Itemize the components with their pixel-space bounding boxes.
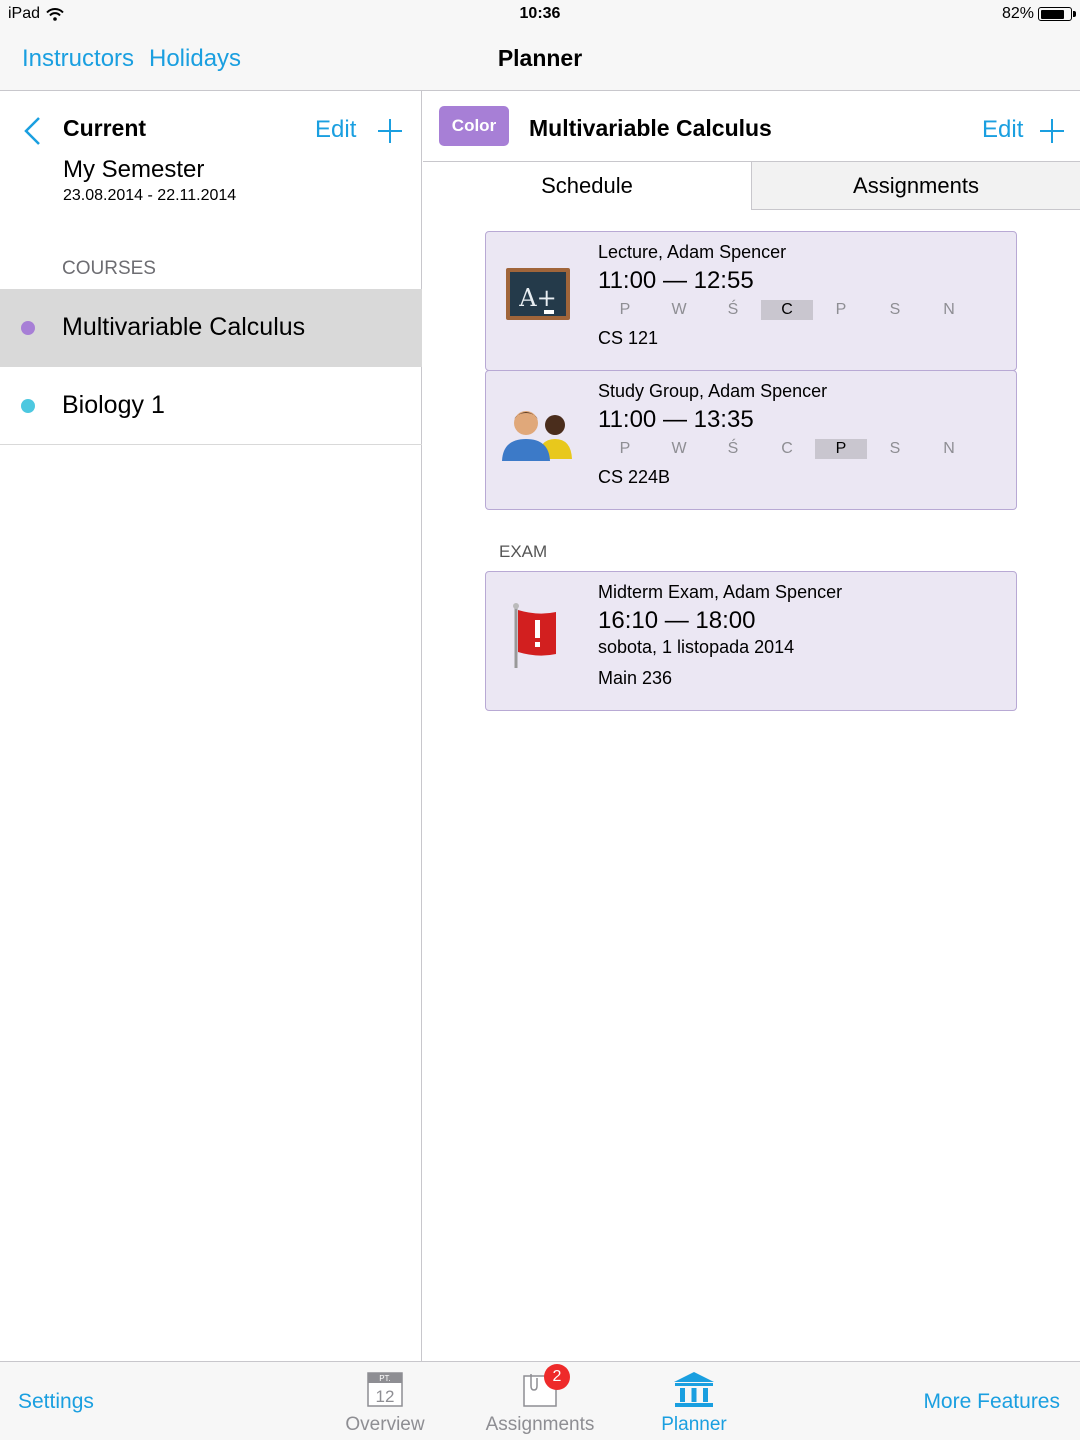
chalkboard-icon: A+	[506, 268, 570, 320]
course-color-dot	[21, 321, 35, 335]
detail-title: Multivariable Calculus	[529, 115, 772, 141]
course-row[interactable]: Multivariable Calculus	[0, 289, 422, 367]
weekday: N	[943, 440, 955, 457]
semester-dates: 23.08.2014 - 22.11.2014	[63, 187, 237, 204]
status-right: 82%	[1001, 5, 1076, 23]
tab-overview[interactable]: PT. 12 Overview	[315, 1370, 455, 1436]
color-button[interactable]: Color	[439, 106, 509, 146]
class-time: 11:00 — 13:35	[598, 406, 754, 433]
master-add-icon[interactable]	[378, 119, 402, 143]
status-time: 10:36	[519, 5, 561, 22]
weekday-active: C	[761, 300, 813, 320]
weekday: Ś	[727, 301, 739, 318]
class-card[interactable]: Study Group, Adam Spencer 11:00 — 13:35 …	[485, 370, 1017, 510]
weekday: W	[671, 301, 687, 318]
master-panel: Current Edit My Semester 23.08.2014 - 22…	[0, 91, 422, 1361]
calendar-icon: PT. 12	[363, 1370, 407, 1410]
master-title: Current	[63, 115, 147, 141]
calendar-weekday: PT.	[379, 1374, 391, 1383]
weekday-active: P	[815, 439, 867, 459]
courses-header: COURSES	[62, 258, 156, 279]
class-room: CS 121	[598, 328, 659, 348]
detail-edit-button[interactable]: Edit	[982, 116, 1023, 144]
class-name: Lecture, Adam Spencer	[598, 242, 787, 262]
status-bar: iPad 10:36 82%	[0, 0, 1080, 30]
exam-room: Main 236	[598, 668, 673, 688]
tab-label: Overview	[345, 1414, 425, 1435]
weekday: W	[671, 440, 687, 457]
weekday: Ś	[727, 440, 739, 457]
weekday: C	[781, 440, 793, 457]
tab-bar: Settings PT. 12 Overview 2 Assignments P…	[0, 1361, 1080, 1440]
class-room: CS 224B	[598, 467, 671, 487]
assignments-badge: 2	[544, 1364, 570, 1390]
class-card[interactable]: A+ Lecture, Adam Spencer 11:00 — 12:55 P…	[485, 231, 1017, 371]
weekday: P	[619, 440, 631, 457]
exam-date: sobota, 1 listopada 2014	[598, 637, 795, 657]
tab-assignments-bar[interactable]: 2 Assignments	[470, 1364, 610, 1436]
people-icon	[502, 411, 572, 461]
class-time: 11:00 — 12:55	[598, 267, 754, 294]
nav-title: Planner	[497, 45, 583, 71]
nav-bar: Instructors Holidays Planner	[0, 30, 1080, 91]
course-name: Biology 1	[62, 391, 165, 419]
weekday: P	[619, 301, 631, 318]
battery-icon	[1038, 7, 1076, 21]
assignments-icon: 2	[518, 1364, 570, 1410]
tab-assignments[interactable]: Assignments	[751, 162, 1080, 210]
weekday: S	[889, 440, 901, 457]
settings-button[interactable]: Settings	[18, 1390, 94, 1414]
calendar-day: 12	[376, 1387, 395, 1406]
tab-planner[interactable]: Planner	[624, 1370, 764, 1436]
exam-card[interactable]: Midterm Exam, Adam Spencer 16:10 — 18:00…	[485, 571, 1017, 711]
back-chevron-icon[interactable]	[22, 116, 44, 146]
detail-add-icon[interactable]	[1040, 119, 1064, 143]
weekday: S	[889, 301, 901, 318]
svg-text:A+: A+	[518, 284, 556, 312]
course-color-dot	[21, 399, 35, 413]
more-features-button[interactable]: More Features	[923, 1390, 1060, 1414]
semester-name[interactable]: My Semester	[63, 156, 204, 184]
master-edit-button[interactable]: Edit	[315, 116, 356, 144]
planner-building-icon	[672, 1370, 716, 1410]
weekday: P	[835, 301, 847, 318]
battery-percent: 82%	[1001, 5, 1034, 22]
weekday-row: P W Ś C P S N	[598, 300, 976, 320]
class-name: Study Group, Adam Spencer	[598, 381, 828, 401]
red-flag-icon	[513, 603, 556, 668]
weekday-row: P W Ś C P S N	[598, 439, 976, 459]
tab-label: Assignments	[485, 1414, 595, 1435]
exam-section-label: EXAM	[499, 542, 548, 561]
course-name: Multivariable Calculus	[62, 313, 306, 341]
tab-label: Planner	[661, 1414, 727, 1435]
exam-name: Midterm Exam, Adam Spencer	[598, 582, 843, 602]
weekday: N	[943, 301, 955, 318]
tab-schedule[interactable]: Schedule	[423, 162, 751, 210]
exam-time: 16:10 — 18:00	[598, 607, 756, 634]
detail-panel: Color Multivariable Calculus Edit Schedu…	[423, 91, 1080, 1361]
course-row[interactable]: Biology 1	[0, 367, 422, 445]
